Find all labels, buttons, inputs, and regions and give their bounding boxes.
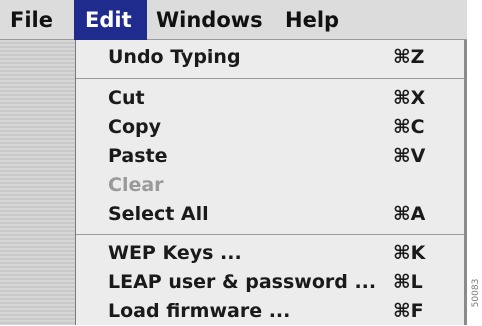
menu-item-shortcut: ⌘Z <box>393 46 425 68</box>
menu-item-label: Paste <box>108 145 168 167</box>
menu-item-shortcut: ⌘V <box>393 145 426 167</box>
menu-separator <box>76 78 465 79</box>
menu-item-shortcut: ⌘A <box>393 203 426 225</box>
menu-item-label: LEAP user & password ... <box>108 271 377 293</box>
menu-item-leap-user-password[interactable]: LEAP user & password ... ⌘L <box>76 268 465 297</box>
menu-item-clear: Clear <box>76 171 465 200</box>
menu-item-shortcut: ⌘C <box>393 116 425 138</box>
menu-item-label: WEP Keys ... <box>108 242 242 264</box>
menu-help[interactable]: Help <box>278 0 358 40</box>
menu-item-label: Select All <box>108 203 209 225</box>
menu-windows[interactable]: Windows <box>147 0 278 40</box>
menu-file[interactable]: File <box>0 0 74 40</box>
menu-item-shortcut: ⌘X <box>393 87 426 109</box>
menu-edit[interactable]: Edit <box>74 0 147 40</box>
menu-item-wep-keys[interactable]: WEP Keys ... ⌘K <box>76 239 465 268</box>
figure-id-label: 50083 <box>470 268 482 318</box>
edit-menu-dropdown: Undo Typing ⌘Z Cut ⌘X Copy ⌘C Paste ⌘V C… <box>75 40 467 325</box>
menu-item-copy[interactable]: Copy ⌘C <box>76 113 465 142</box>
menu-item-label: Clear <box>108 174 164 196</box>
menu-item-label: Copy <box>108 116 161 138</box>
menu-item-undo-typing[interactable]: Undo Typing ⌘Z <box>76 43 465 72</box>
menu-item-shortcut: ⌘L <box>393 271 423 293</box>
menu-item-label: Undo Typing <box>108 46 241 68</box>
figure-id-text: 50083 <box>471 278 481 308</box>
menu-item-label: Load firmware ... <box>108 300 291 322</box>
menu-bar: File Edit Windows Help <box>0 0 467 40</box>
menu-item-load-firmware[interactable]: Load firmware ... ⌘F <box>76 297 465 326</box>
menu-item-paste[interactable]: Paste ⌘V <box>76 142 465 171</box>
menu-item-shortcut: ⌘K <box>393 242 426 264</box>
desktop-background <box>0 40 75 325</box>
menu-item-label: Cut <box>108 87 145 109</box>
menu-item-select-all[interactable]: Select All ⌘A <box>76 200 465 229</box>
menu-separator <box>76 234 465 235</box>
menu-item-cut[interactable]: Cut ⌘X <box>76 84 465 113</box>
menu-item-shortcut: ⌘F <box>393 300 424 322</box>
